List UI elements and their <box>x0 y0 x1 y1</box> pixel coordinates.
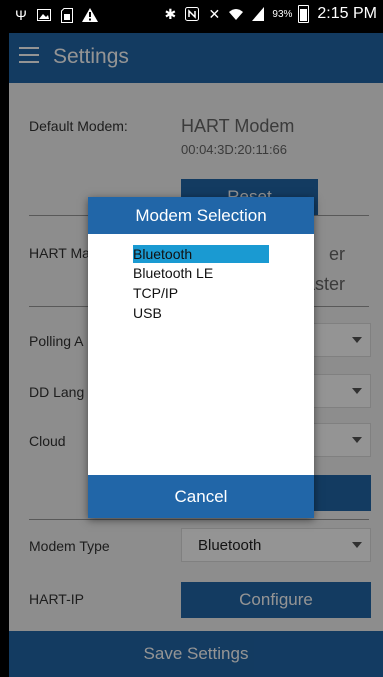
nfc-icon <box>184 5 200 23</box>
image-icon <box>36 6 52 24</box>
option-usb[interactable]: USB <box>133 304 269 322</box>
usb-icon: Ψ <box>15 7 27 23</box>
sd-card-icon <box>59 6 75 24</box>
dialog-title: Modem Selection <box>88 197 314 234</box>
cancel-button[interactable]: Cancel <box>88 475 314 518</box>
warning-icon <box>82 6 98 24</box>
battery-percent: 93% <box>272 8 293 20</box>
option-bluetooth[interactable]: Bluetooth <box>133 245 269 263</box>
mute-icon: ✕ <box>208 6 221 22</box>
clock: 2:15 PM <box>317 5 377 22</box>
signal-icon <box>250 5 266 23</box>
wifi-icon <box>228 5 244 23</box>
option-tcp-ip[interactable]: TCP/IP <box>133 284 269 302</box>
option-bluetooth-le[interactable]: Bluetooth LE <box>133 264 269 282</box>
battery-icon <box>298 5 310 23</box>
modem-selection-dialog: Modem Selection Bluetooth Bluetooth LE T… <box>88 197 314 518</box>
status-bar: Ψ ✱ ✕ 93% 2:15 PM <box>9 0 383 33</box>
app-screen: Ψ ✱ ✕ 93% 2:15 PM Settings Default Modem… <box>9 0 383 677</box>
bluetooth-icon: ✱ <box>164 6 177 22</box>
